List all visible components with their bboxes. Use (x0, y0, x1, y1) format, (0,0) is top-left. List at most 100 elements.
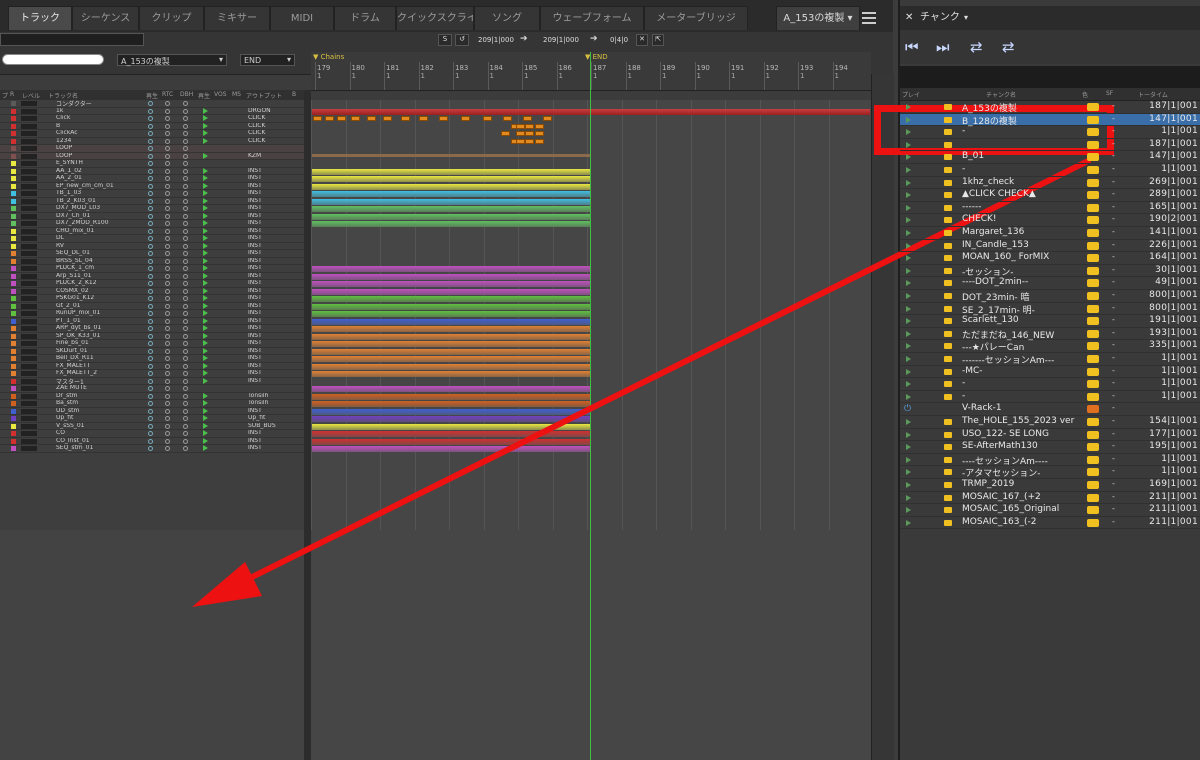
chunk-row[interactable]: USO_122- SE LONG - 177|1|001 (900, 429, 1200, 442)
record-icon[interactable] (148, 243, 153, 249)
chunk-row[interactable]: IN_Candle_153 - 226|1|001 (900, 240, 1200, 253)
region-clip[interactable] (312, 356, 590, 362)
dbh-icon[interactable] (183, 363, 188, 369)
rtc-icon[interactable] (165, 386, 170, 391)
tab-1[interactable]: シーケンス (72, 6, 139, 30)
midi-note-clip[interactable] (535, 131, 544, 136)
record-icon[interactable] (148, 318, 153, 324)
chunk-name[interactable]: MOSAIC_165_Original (962, 504, 1059, 514)
region-clip[interactable] (312, 371, 590, 377)
record-icon[interactable] (148, 221, 153, 226)
region-clip[interactable] (312, 168, 590, 175)
track-output[interactable]: INST (248, 243, 262, 249)
play-icon[interactable] (203, 355, 208, 361)
play-icon[interactable] (203, 265, 208, 271)
chunk-name[interactable]: - (962, 391, 965, 401)
dbh-icon[interactable] (183, 326, 188, 331)
record-icon[interactable] (148, 251, 153, 256)
dbh-icon[interactable] (183, 176, 188, 181)
play-icon[interactable] (203, 437, 208, 444)
track-name[interactable]: 1k (56, 108, 63, 114)
tab-5[interactable]: ドラム (334, 6, 396, 30)
chunk-color-swatch[interactable] (1087, 203, 1099, 212)
track-row[interactable]: SKDurt_01 INST (0, 347, 304, 355)
region-clip[interactable] (312, 153, 590, 157)
dbh-icon[interactable] (183, 221, 188, 226)
pane-divider[interactable] (304, 90, 311, 760)
region-clip[interactable] (312, 401, 590, 407)
chunk-name[interactable]: ------ (962, 202, 982, 212)
chunk-panel-tab[interactable]: ✕ チャンク ▾ (900, 6, 1200, 30)
chunk-color-swatch[interactable] (1087, 128, 1099, 137)
track-row[interactable]: DL INST (0, 235, 304, 243)
play-icon[interactable] (203, 362, 208, 369)
play-icon[interactable] (203, 190, 208, 196)
dbh-icon[interactable] (183, 123, 188, 129)
track-name[interactable]: SEQ_DL_01 (56, 250, 90, 256)
region-clip[interactable] (312, 341, 590, 347)
dbh-icon[interactable] (183, 206, 188, 211)
dbh-icon[interactable] (183, 333, 188, 339)
marker-end[interactable]: ▼ END (585, 53, 608, 61)
play-icon[interactable] (203, 235, 208, 241)
track-output[interactable]: INST (248, 378, 262, 384)
play-icon[interactable] (906, 469, 911, 476)
record-icon[interactable] (148, 161, 153, 166)
play-icon[interactable] (203, 445, 208, 451)
midi-note-clip[interactable] (461, 116, 470, 121)
rtc-icon[interactable] (165, 251, 170, 256)
track-row[interactable]: Gt_2_01 INST (0, 302, 304, 310)
track-row[interactable]: UD_stm INST (0, 407, 304, 415)
region-clip[interactable] (312, 296, 590, 302)
dbh-icon[interactable] (183, 243, 188, 249)
chunk-row[interactable]: A_153の複製 - 187|1|001 (900, 101, 1200, 114)
dbh-icon[interactable] (183, 438, 188, 444)
dbh-icon[interactable] (183, 183, 188, 189)
rtc-icon[interactable] (165, 371, 170, 376)
dbh-icon[interactable] (183, 228, 188, 234)
record-icon[interactable] (148, 303, 153, 309)
track-output[interactable]: INST (248, 288, 262, 294)
dbh-icon[interactable] (183, 318, 188, 324)
region-clip[interactable] (312, 326, 590, 332)
search-input[interactable] (2, 54, 104, 65)
region-clip[interactable] (312, 423, 590, 430)
chunk-row[interactable]: MOSAIC_167_(+2 - 211|1|001 (900, 492, 1200, 505)
length-value[interactable]: 0|4|0 (610, 36, 628, 44)
record-icon[interactable] (148, 191, 153, 196)
dbh-icon[interactable] (183, 131, 188, 136)
chunk-color-swatch[interactable] (1087, 392, 1099, 401)
rtc-icon[interactable] (165, 221, 170, 226)
chunk-color-swatch[interactable] (1087, 216, 1099, 225)
play-icon[interactable] (203, 302, 208, 309)
chunk-row[interactable]: MOSAIC_163_(-2 - 211|1|001 (900, 517, 1200, 530)
dbh-icon[interactable] (183, 386, 188, 391)
chunk-row[interactable]: - - 1|1|001 (900, 378, 1200, 391)
rtc-icon[interactable] (165, 138, 170, 144)
play-icon[interactable] (203, 107, 208, 114)
region-clip[interactable] (312, 183, 590, 190)
midi-note-clip[interactable] (501, 131, 510, 136)
midi-note-clip[interactable] (483, 116, 492, 121)
chunk-color-swatch[interactable] (1087, 518, 1099, 527)
track-row[interactable]: Fine_bs_01 INST (0, 340, 304, 348)
track-output[interactable]: INST (248, 430, 262, 436)
vertical-scrollbar[interactable] (871, 74, 894, 760)
track-row[interactable]: Up_fit Up_fit (0, 415, 304, 423)
play-icon[interactable] (906, 456, 911, 463)
dbh-icon[interactable] (183, 341, 188, 346)
chunk-name[interactable]: DOT_23min- 暗 (962, 290, 1030, 303)
chunk-row[interactable]: Margaret_136 - 141|1|001 (900, 227, 1200, 240)
dbh-icon[interactable] (183, 153, 188, 159)
play-icon[interactable] (906, 507, 911, 514)
track-row[interactable]: AA_2_01 INST (0, 175, 304, 183)
track-name[interactable]: TB_1_03 (56, 190, 81, 196)
track-output[interactable]: INST (248, 333, 262, 339)
marker-chains[interactable]: ▼ Chains (313, 53, 344, 61)
playhead[interactable] (590, 52, 591, 760)
arrange-timeline[interactable] (311, 100, 871, 530)
play-icon[interactable] (906, 431, 911, 438)
region-clip[interactable] (312, 266, 590, 272)
dbh-icon[interactable] (183, 108, 188, 114)
dbh-icon[interactable] (183, 378, 188, 384)
